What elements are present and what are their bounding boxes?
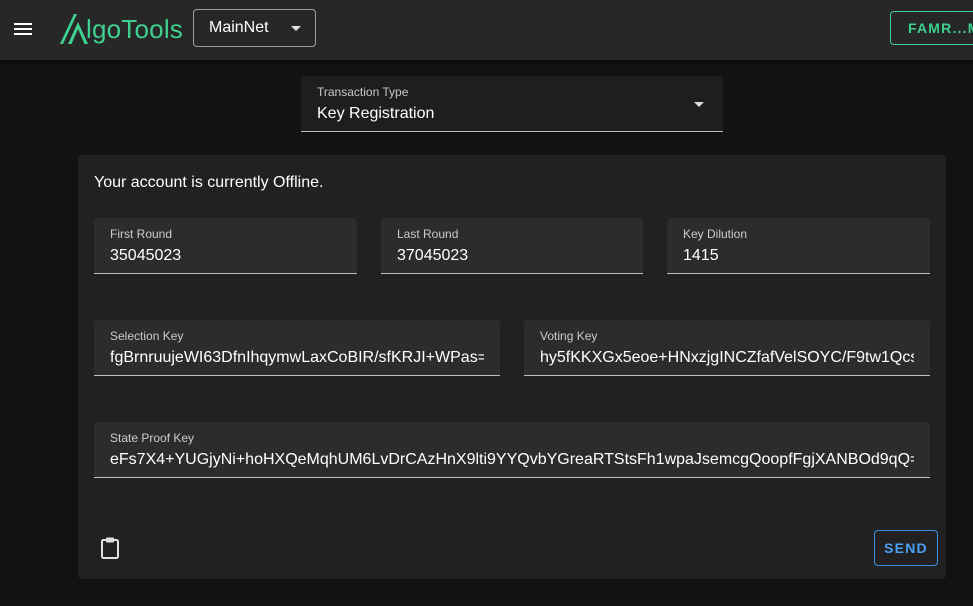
selection-key-input[interactable] xyxy=(110,347,484,369)
network-select[interactable]: MainNet xyxy=(193,9,316,47)
key-dilution-input[interactable] xyxy=(683,245,914,267)
last-round-label: Last Round xyxy=(397,227,459,241)
state-proof-key-label: State Proof Key xyxy=(110,431,195,445)
chevron-down-icon xyxy=(291,26,301,31)
voting-key-input[interactable] xyxy=(540,347,914,369)
first-round-label: First Round xyxy=(110,227,173,241)
last-round-field[interactable]: Last Round xyxy=(381,218,643,274)
transaction-type-value: Key Registration xyxy=(317,105,435,122)
account-button[interactable]: FAMR...M xyxy=(890,11,973,45)
algorand-logo-icon xyxy=(60,14,88,44)
transaction-type-select[interactable]: Transaction Type Key Registration xyxy=(301,76,723,132)
account-status-text: Your account is currently Offline. xyxy=(94,174,324,191)
logo[interactable]: lgoTools xyxy=(59,12,183,46)
send-button[interactable]: SEND xyxy=(874,530,938,566)
voting-key-label: Voting Key xyxy=(540,329,598,343)
chevron-down-icon xyxy=(694,102,704,107)
logo-text: lgoTools xyxy=(86,13,183,44)
key-dilution-label: Key Dilution xyxy=(683,227,748,241)
selection-key-label: Selection Key xyxy=(110,329,184,343)
network-value: MainNet xyxy=(209,19,269,36)
transaction-type-label: Transaction Type xyxy=(317,85,409,99)
app-bar: lgoTools MainNet FAMR...M xyxy=(0,0,973,60)
key-registration-card: Your account is currently Offline. First… xyxy=(78,155,946,579)
menu-icon[interactable] xyxy=(11,17,35,41)
first-round-field[interactable]: First Round xyxy=(94,218,357,274)
voting-key-field[interactable]: Voting Key xyxy=(524,320,930,376)
last-round-input[interactable] xyxy=(397,245,627,267)
state-proof-key-input[interactable] xyxy=(110,449,914,471)
key-dilution-field[interactable]: Key Dilution xyxy=(667,218,930,274)
clipboard-icon[interactable] xyxy=(100,536,120,560)
state-proof-key-field[interactable]: State Proof Key xyxy=(94,422,930,478)
selection-key-field[interactable]: Selection Key xyxy=(94,320,500,376)
first-round-input[interactable] xyxy=(110,245,341,267)
